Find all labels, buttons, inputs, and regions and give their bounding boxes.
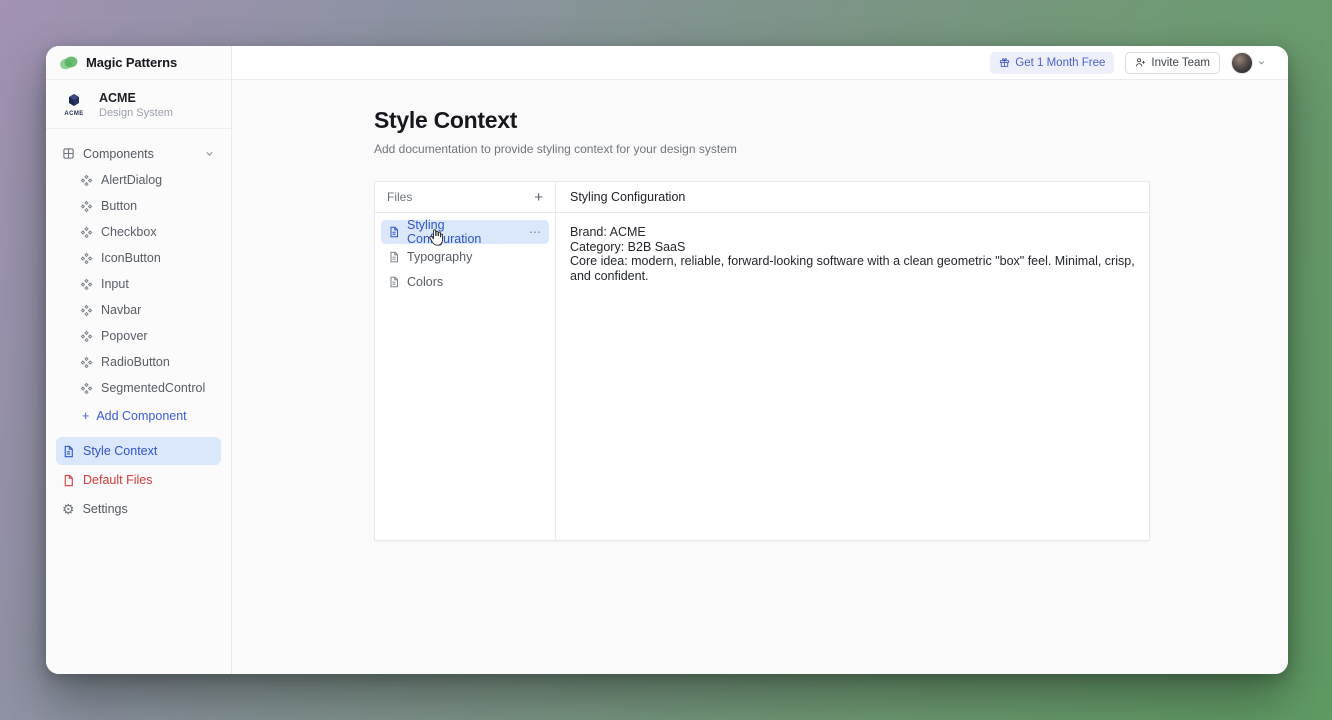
file-name: Styling Configuration bbox=[407, 218, 522, 246]
file-item-typography[interactable]: Typography bbox=[381, 245, 549, 269]
detail-title: Styling Configuration bbox=[556, 182, 1149, 213]
sidebar-item-style-context[interactable]: Style Context bbox=[56, 437, 221, 465]
file-detail-column: Styling Configuration Brand: ACME Catego… bbox=[556, 182, 1149, 540]
component-label: IconButton bbox=[101, 251, 161, 265]
sidebar-item-segmentedcontrol[interactable]: SegmentedControl bbox=[56, 375, 221, 401]
document-icon bbox=[388, 276, 400, 288]
plus-icon: + bbox=[82, 409, 89, 423]
component-label: RadioButton bbox=[101, 355, 170, 369]
component-label: Input bbox=[101, 277, 129, 291]
component-icon bbox=[80, 174, 93, 187]
sidebar-item-popover[interactable]: Popover bbox=[56, 323, 221, 349]
page-content: Style Context Add documentation to provi… bbox=[232, 80, 1288, 674]
get-month-free-button[interactable]: Get 1 Month Free bbox=[990, 52, 1114, 74]
magic-patterns-logo-icon bbox=[59, 55, 79, 71]
file-options-button[interactable]: ⋯ bbox=[529, 226, 542, 238]
chevron-down-icon bbox=[204, 148, 215, 159]
settings-label: Settings bbox=[83, 502, 128, 516]
person-plus-icon bbox=[1135, 57, 1146, 68]
component-icon bbox=[80, 278, 93, 291]
add-file-button[interactable]: + bbox=[534, 190, 543, 205]
component-icon bbox=[80, 304, 93, 317]
components-header-label: Components bbox=[83, 147, 154, 161]
component-icon bbox=[80, 330, 93, 343]
invite-team-button[interactable]: Invite Team bbox=[1125, 52, 1220, 74]
workspace-logo-text: ACME bbox=[64, 111, 83, 117]
sidebar-item-iconbutton[interactable]: IconButton bbox=[56, 245, 221, 271]
brand-logo-row[interactable]: Magic Patterns bbox=[46, 46, 231, 80]
get-month-free-label: Get 1 Month Free bbox=[1015, 57, 1105, 69]
files-column: Files + Styling Configuration ⋯ bbox=[375, 182, 556, 540]
workspace-subtitle: Design System bbox=[99, 107, 173, 119]
brand-name: Magic Patterns bbox=[86, 55, 177, 70]
component-label: Navbar bbox=[101, 303, 141, 317]
page-subtitle: Add documentation to provide styling con… bbox=[374, 142, 1288, 156]
sidebar-item-settings[interactable]: ⚙ Settings bbox=[56, 495, 221, 523]
document-icon bbox=[388, 251, 400, 263]
component-label: Button bbox=[101, 199, 137, 213]
workspace-name: ACME bbox=[99, 91, 173, 105]
grid-icon bbox=[62, 147, 75, 160]
main-area: Get 1 Month Free Invite Team Style Conte… bbox=[232, 46, 1288, 674]
sidebar: Magic Patterns ACME ACME Design System bbox=[46, 46, 232, 674]
sidebar-item-navbar[interactable]: Navbar bbox=[56, 297, 221, 323]
style-context-panel: Files + Styling Configuration ⋯ bbox=[374, 181, 1150, 541]
component-label: Checkbox bbox=[101, 225, 157, 239]
component-label: Popover bbox=[101, 329, 148, 343]
detail-line-category: Category: B2B SaaS bbox=[570, 240, 1135, 255]
account-menu[interactable] bbox=[1231, 52, 1266, 74]
workspace-logo-icon: ACME bbox=[59, 94, 89, 117]
document-icon bbox=[62, 445, 75, 458]
sidebar-item-radiobutton[interactable]: RadioButton bbox=[56, 349, 221, 375]
files-title: Files bbox=[387, 190, 412, 204]
default-files-label: Default Files bbox=[83, 473, 152, 487]
component-icon bbox=[80, 226, 93, 239]
detail-line-brand: Brand: ACME bbox=[570, 225, 1135, 240]
style-context-label: Style Context bbox=[83, 444, 157, 458]
chevron-down-icon bbox=[1257, 58, 1266, 67]
gift-icon bbox=[999, 57, 1010, 68]
avatar bbox=[1231, 52, 1253, 74]
workspace-switcher[interactable]: ACME ACME Design System bbox=[46, 80, 231, 129]
sidebar-item-checkbox[interactable]: Checkbox bbox=[56, 219, 221, 245]
component-label: AlertDialog bbox=[101, 173, 162, 187]
component-label: SegmentedControl bbox=[101, 381, 205, 395]
sidebar-nav-bottom: Style Context Default Files ⚙ Settings bbox=[46, 431, 231, 530]
files-header: Files + bbox=[375, 182, 555, 213]
add-component-button[interactable]: + Add Component bbox=[56, 401, 221, 431]
file-name: Colors bbox=[407, 275, 443, 289]
sidebar-item-input[interactable]: Input bbox=[56, 271, 221, 297]
component-icon bbox=[80, 200, 93, 213]
component-icon bbox=[80, 382, 93, 395]
file-item-styling-configuration[interactable]: Styling Configuration ⋯ bbox=[381, 220, 549, 244]
invite-team-label: Invite Team bbox=[1151, 57, 1210, 69]
page-title: Style Context bbox=[374, 107, 1288, 134]
document-icon bbox=[388, 226, 400, 238]
app-window: Magic Patterns ACME ACME Design System bbox=[46, 46, 1288, 674]
component-icon bbox=[80, 356, 93, 369]
sidebar-item-button[interactable]: Button bbox=[56, 193, 221, 219]
detail-line-core-idea: Core idea: modern, reliable, forward-loo… bbox=[570, 254, 1135, 283]
add-component-label: Add Component bbox=[96, 409, 186, 423]
sidebar-item-default-files[interactable]: Default Files bbox=[56, 466, 221, 494]
gear-icon: ⚙ bbox=[62, 502, 75, 516]
files-list: Styling Configuration ⋯ Typography bbox=[375, 213, 555, 302]
file-alert-icon bbox=[62, 474, 75, 487]
sidebar-item-alertdialog[interactable]: AlertDialog bbox=[56, 167, 221, 193]
topbar: Get 1 Month Free Invite Team bbox=[232, 46, 1288, 80]
file-name: Typography bbox=[407, 250, 472, 264]
detail-body[interactable]: Brand: ACME Category: B2B SaaS Core idea… bbox=[556, 213, 1149, 295]
sidebar-item-components[interactable]: Components bbox=[56, 140, 221, 167]
component-icon bbox=[80, 252, 93, 265]
sidebar-nav: Components AlertDialog Button Checkbox I… bbox=[46, 129, 231, 431]
file-item-colors[interactable]: Colors bbox=[381, 270, 549, 294]
